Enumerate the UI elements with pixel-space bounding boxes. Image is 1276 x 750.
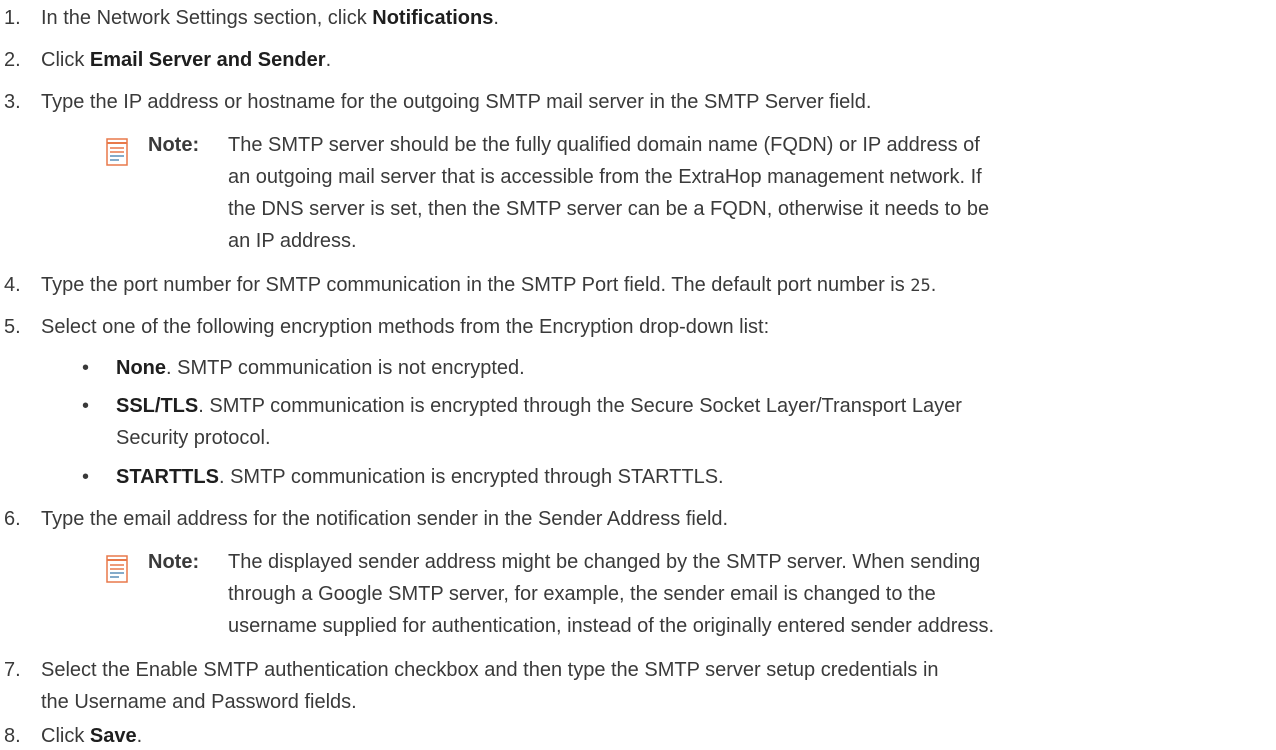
bullet-text-continued: Security protocol. bbox=[116, 427, 271, 449]
step-text-part: . bbox=[930, 274, 937, 296]
note-icon bbox=[106, 555, 128, 583]
option-name: SSL/TLS bbox=[116, 395, 199, 417]
step-text-part: . bbox=[325, 49, 332, 71]
step-text: Type the IP address or hostname for the … bbox=[41, 91, 872, 113]
option-description: . SMTP communication is encrypted throug… bbox=[218, 466, 724, 488]
note-label: Note: bbox=[148, 551, 200, 573]
note-line: an IP address. bbox=[228, 230, 357, 252]
step-text-part: Click bbox=[41, 49, 90, 71]
note-icon bbox=[106, 138, 128, 166]
bullet-marker: • bbox=[82, 466, 90, 488]
step-text-part: . bbox=[493, 7, 499, 29]
step-text-part: Click bbox=[41, 725, 90, 747]
step-text: Click Save. bbox=[41, 722, 1271, 750]
option-name: None bbox=[116, 357, 166, 379]
bullet-text: SSL/TLS. SMTP communication is encrypted… bbox=[116, 392, 1266, 420]
note-line: through a Google SMTP server, for exampl… bbox=[228, 583, 936, 605]
step-text: Type the port number for SMTP communicat… bbox=[41, 271, 1271, 300]
step-text: Select one of the following encryption m… bbox=[41, 316, 770, 338]
option-description: . SMTP communication is encrypted throug… bbox=[198, 395, 962, 417]
option-name: STARTTLS bbox=[116, 466, 219, 488]
step-number: 2. bbox=[4, 49, 21, 71]
note-line: the DNS server is set, then the SMTP ser… bbox=[228, 198, 990, 220]
bullet-marker: • bbox=[82, 357, 90, 379]
bullet-text: None. SMTP communication is not encrypte… bbox=[116, 354, 1266, 382]
ui-term-email-server: Email Server and Sender bbox=[89, 49, 326, 71]
step-number: 4. bbox=[4, 274, 21, 296]
note-line: The displayed sender address might be ch… bbox=[228, 551, 981, 573]
note-line: The SMTP server should be the fully qual… bbox=[228, 134, 980, 156]
ui-term-save: Save bbox=[89, 725, 137, 747]
step-number: 7. bbox=[4, 659, 21, 681]
bullet-text: STARTTLS. SMTP communication is encrypte… bbox=[116, 463, 1266, 491]
note-line: an outgoing mail server that is accessib… bbox=[228, 166, 982, 188]
note-label: Note: bbox=[148, 134, 200, 156]
step-text-part: Type the port number for SMTP communicat… bbox=[41, 274, 911, 296]
step-text: Type the email address for the notificat… bbox=[41, 508, 729, 530]
option-description: . SMTP communication is not encrypted. bbox=[166, 357, 525, 379]
step-number: 3. bbox=[4, 91, 21, 113]
note-line: username supplied for authentication, in… bbox=[228, 615, 995, 637]
step-text-part: In the Network Settings section, click bbox=[41, 7, 373, 29]
step-number: 6. bbox=[4, 508, 21, 530]
step-text-continued: the Username and Password fields. bbox=[41, 691, 357, 713]
bullet-marker: • bbox=[82, 395, 90, 417]
step-text-part: . bbox=[136, 725, 143, 747]
step-text: In the Network Settings section, click N… bbox=[41, 4, 1271, 32]
step-text: Click Email Server and Sender. bbox=[41, 46, 1271, 74]
default-port-value: 25 bbox=[910, 276, 931, 296]
ui-term-notifications: Notifications bbox=[372, 7, 494, 29]
step-number: 5. bbox=[4, 316, 21, 338]
step-number: 8. bbox=[4, 725, 21, 747]
step-text: Select the Enable SMTP authentication ch… bbox=[41, 659, 939, 681]
step-number: 1. bbox=[4, 7, 21, 29]
